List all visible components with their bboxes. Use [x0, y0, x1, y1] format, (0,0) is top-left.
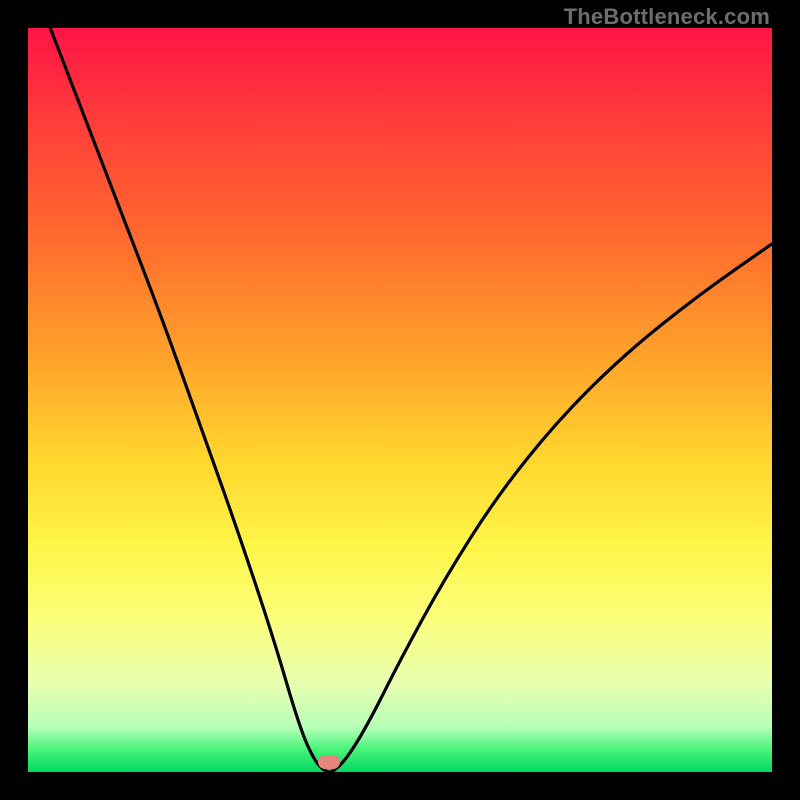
watermark-text: TheBottleneck.com [564, 4, 770, 30]
bottleneck-curve [28, 28, 772, 772]
chart-frame: TheBottleneck.com [0, 0, 800, 800]
plot-area [28, 28, 772, 772]
bottleneck-marker-icon [318, 755, 340, 769]
